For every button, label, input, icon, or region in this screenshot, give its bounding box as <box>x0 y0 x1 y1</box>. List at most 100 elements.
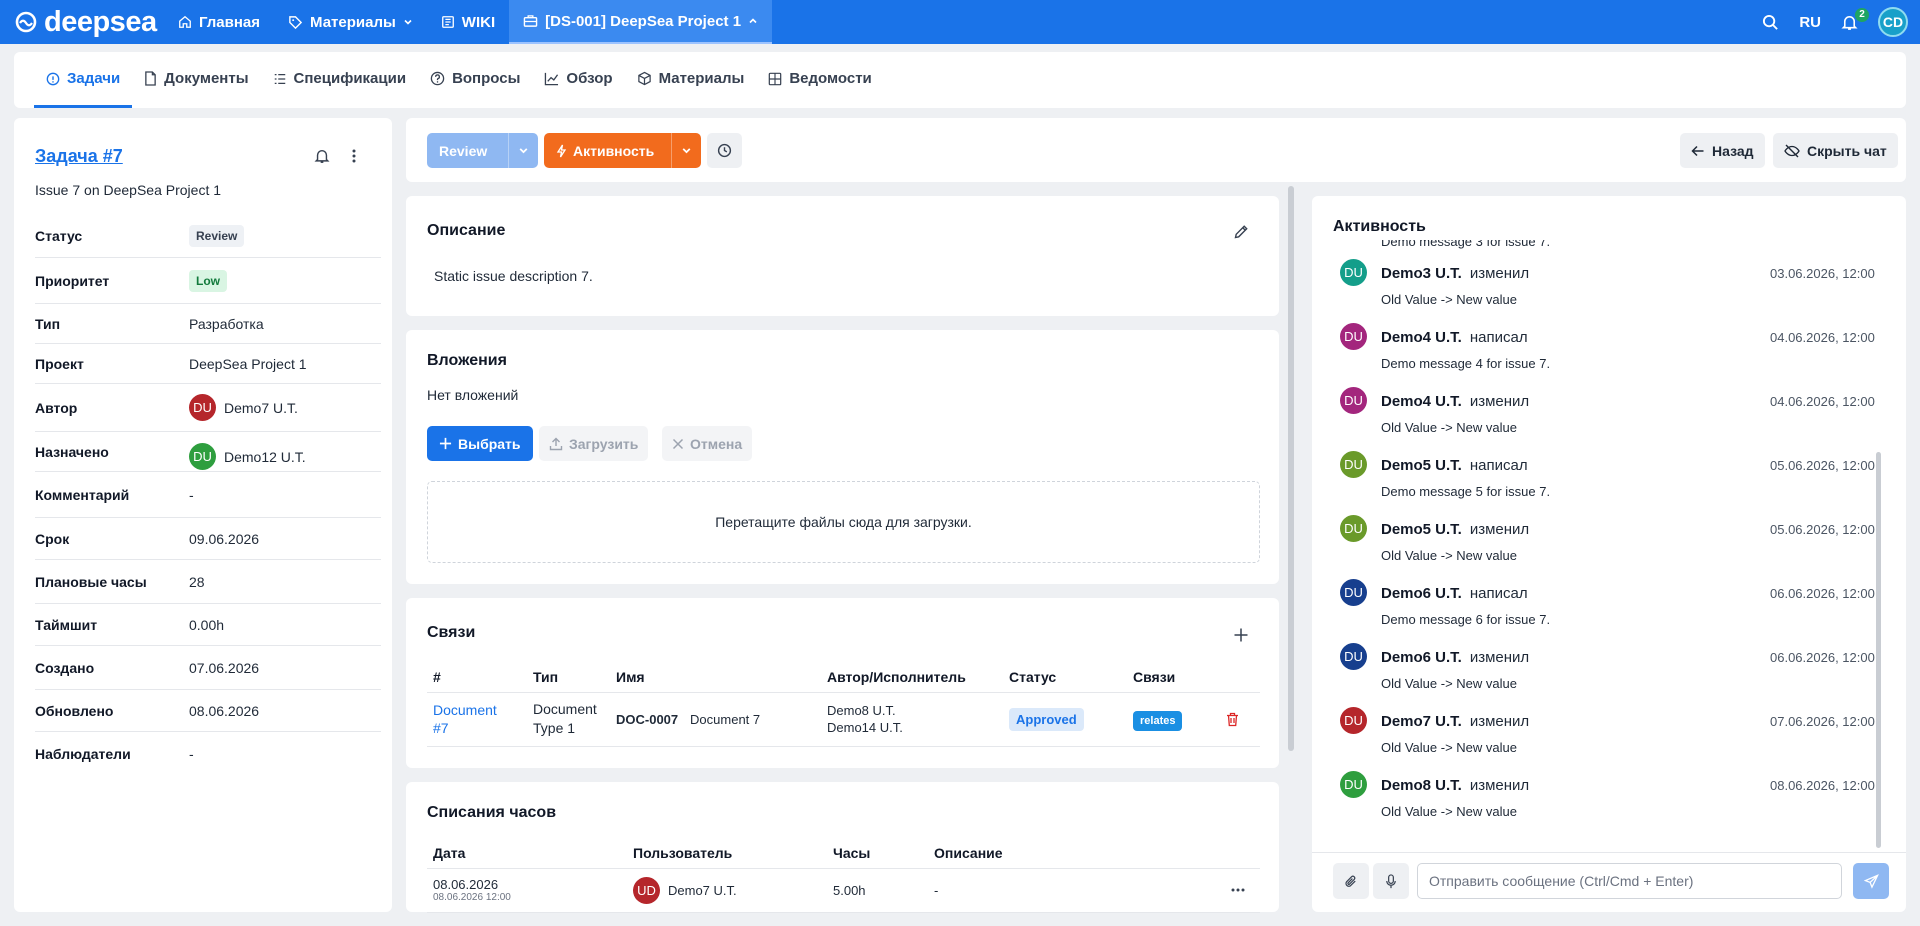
tab-questions-label: Вопросы <box>452 70 521 87</box>
activity-date: 04.06.2026, 12:00 <box>1770 330 1875 345</box>
activity-dropdown-button[interactable]: Активность <box>544 133 701 168</box>
prop-updated: Обновлено 08.06.2026 <box>35 690 381 732</box>
clock-icon <box>717 143 732 158</box>
user-avatar[interactable]: CD <box>1878 7 1908 37</box>
trash-icon[interactable] <box>1226 712 1239 727</box>
activity-user: Demo3 U.T. <box>1381 265 1462 282</box>
tab-documents[interactable]: Документы <box>132 52 260 108</box>
pencil-icon[interactable] <box>1233 224 1249 240</box>
prop-priority-key: Приоритет <box>35 272 110 289</box>
attach-button[interactable] <box>1333 863 1369 899</box>
status-dropdown-toggle[interactable] <box>508 133 538 168</box>
send-button[interactable] <box>1853 863 1889 899</box>
nav-materials[interactable]: Материалы <box>274 0 427 44</box>
notifications-button[interactable]: 2 <box>1841 7 1869 31</box>
avatar: DU <box>1340 771 1367 798</box>
nav-wiki-label: WIKI <box>461 13 496 31</box>
tab-statements[interactable]: Ведомости <box>756 52 883 108</box>
table-row[interactable]: 08.06.2026 08.06.2026 12:00 UD Demo7 U.T… <box>427 868 1260 913</box>
activity-action: изменил <box>1469 713 1530 730</box>
prop-status-key: Статус <box>35 227 83 244</box>
prop-created-value: 07.06.2026 <box>189 659 260 676</box>
col-date: Дата <box>427 838 627 869</box>
eye-off-icon <box>1784 144 1800 157</box>
content-scrollbar[interactable] <box>1288 186 1294 751</box>
upload-icon <box>549 437 563 450</box>
link-doc-name: Document 7 <box>690 712 761 727</box>
timelog-description: - <box>928 868 1210 913</box>
link-type-cell: Document Type 1 <box>527 692 610 747</box>
paperclip-icon <box>1345 875 1356 887</box>
timelog-user: Demo7 U.T. <box>668 882 737 898</box>
activity-user: Demo5 U.T. <box>1381 457 1462 474</box>
tab-specifications[interactable]: Спецификации <box>261 52 419 108</box>
status-badge[interactable]: Review <box>189 224 245 247</box>
tab-overview[interactable]: Обзор <box>532 52 624 108</box>
timelog-hours: 5.00h <box>827 868 928 913</box>
microphone-icon <box>1386 873 1396 888</box>
cancel-button[interactable]: Отмена <box>662 426 753 461</box>
activity-dropdown-toggle[interactable] <box>671 133 701 168</box>
prop-author: Автор DU Demo7 U.T. <box>35 384 381 432</box>
task-title-link[interactable]: Задача #7 <box>35 146 123 167</box>
language-switcher[interactable]: RU <box>1799 14 1821 31</box>
avatar: DU <box>1340 451 1367 478</box>
nav-home[interactable]: Главная <box>164 0 274 44</box>
logo[interactable]: deepsea <box>14 7 164 37</box>
message-input[interactable] <box>1417 863 1842 899</box>
microphone-button[interactable] <box>1373 863 1409 899</box>
hide-chat-button[interactable]: Скрыть чат <box>1773 133 1898 168</box>
main-nav: Главная Материалы WIKI [DS-001] DeepSea … <box>164 0 773 44</box>
activity-scrollbar[interactable] <box>1876 452 1881 848</box>
description-title: Описание <box>427 222 506 239</box>
col-description: Описание <box>928 838 1210 869</box>
tab-tasks[interactable]: Задачи <box>34 52 133 108</box>
activity-action: изменил <box>1469 649 1530 666</box>
more-vertical-icon[interactable] <box>346 148 362 164</box>
prop-due-key: Срок <box>35 530 70 547</box>
file-dropzone[interactable]: Перетащите файлы сюда для загрузки. <box>427 481 1260 563</box>
nav-project[interactable]: [DS-001] DeepSea Project 1 <box>509 0 773 44</box>
activity-message: Old Value -> New value <box>1381 740 1517 755</box>
activity-panel: Активность Demo message 3 for issue 7. D… <box>1312 196 1906 912</box>
activity-date: 06.06.2026, 12:00 <box>1770 586 1875 601</box>
timelog-date: 08.06.2026 <box>433 877 499 892</box>
prop-planned-hours-key: Плановые часы <box>35 573 147 590</box>
activity-date: 07.06.2026, 12:00 <box>1770 714 1875 729</box>
col-type: Тип <box>527 662 610 693</box>
col-hours: Часы <box>827 838 928 869</box>
plus-icon[interactable] <box>1233 627 1249 643</box>
col-actions <box>1210 838 1260 869</box>
activity-date: 06.06.2026, 12:00 <box>1770 650 1875 665</box>
prop-timesheet-key: Таймшит <box>35 616 98 633</box>
link-document-number[interactable]: Document #7 <box>427 692 527 747</box>
description-card: Описание Static issue description 7. <box>406 196 1279 316</box>
activity-action: изменил <box>1469 777 1530 794</box>
status-dropdown-button[interactable]: Review <box>427 133 538 168</box>
activity-message: Old Value -> New value <box>1381 420 1517 435</box>
nav-wiki[interactable]: WIKI <box>427 0 509 44</box>
activity-message: Demo message 5 for issue 7. <box>1381 484 1551 499</box>
description-text: Static issue description 7. <box>434 268 593 284</box>
nav-project-label: [DS-001] DeepSea Project 1 <box>545 12 742 30</box>
bell-icon[interactable] <box>314 148 330 164</box>
choose-file-button[interactable]: Выбрать <box>427 426 533 461</box>
tab-materials[interactable]: Материалы <box>625 52 757 108</box>
upload-button[interactable]: Загрузить <box>539 426 649 461</box>
search-icon[interactable] <box>1762 14 1779 31</box>
table-row[interactable]: Document #7 Document Type 1 DOC-0007 Doc… <box>427 692 1260 747</box>
activity-partial-message: Demo message 3 for issue 7. <box>1381 240 1551 249</box>
tab-statements-label: Ведомости <box>789 70 872 87</box>
link-delete-cell <box>1220 692 1260 747</box>
col-name: Имя <box>610 662 821 693</box>
tab-questions[interactable]: Вопросы <box>418 52 532 108</box>
activity-button-label: Активность <box>573 142 655 159</box>
history-button[interactable] <box>707 133 742 168</box>
priority-badge[interactable]: Low <box>189 269 227 292</box>
prop-author-value: Demo7 U.T. <box>224 399 298 416</box>
col-status: Статус <box>1003 662 1127 693</box>
activity-date: 05.06.2026, 12:00 <box>1770 458 1875 473</box>
more-horizontal-icon[interactable] <box>1230 882 1246 898</box>
avatar: DU <box>1340 387 1367 414</box>
back-button[interactable]: Назад <box>1680 133 1765 168</box>
